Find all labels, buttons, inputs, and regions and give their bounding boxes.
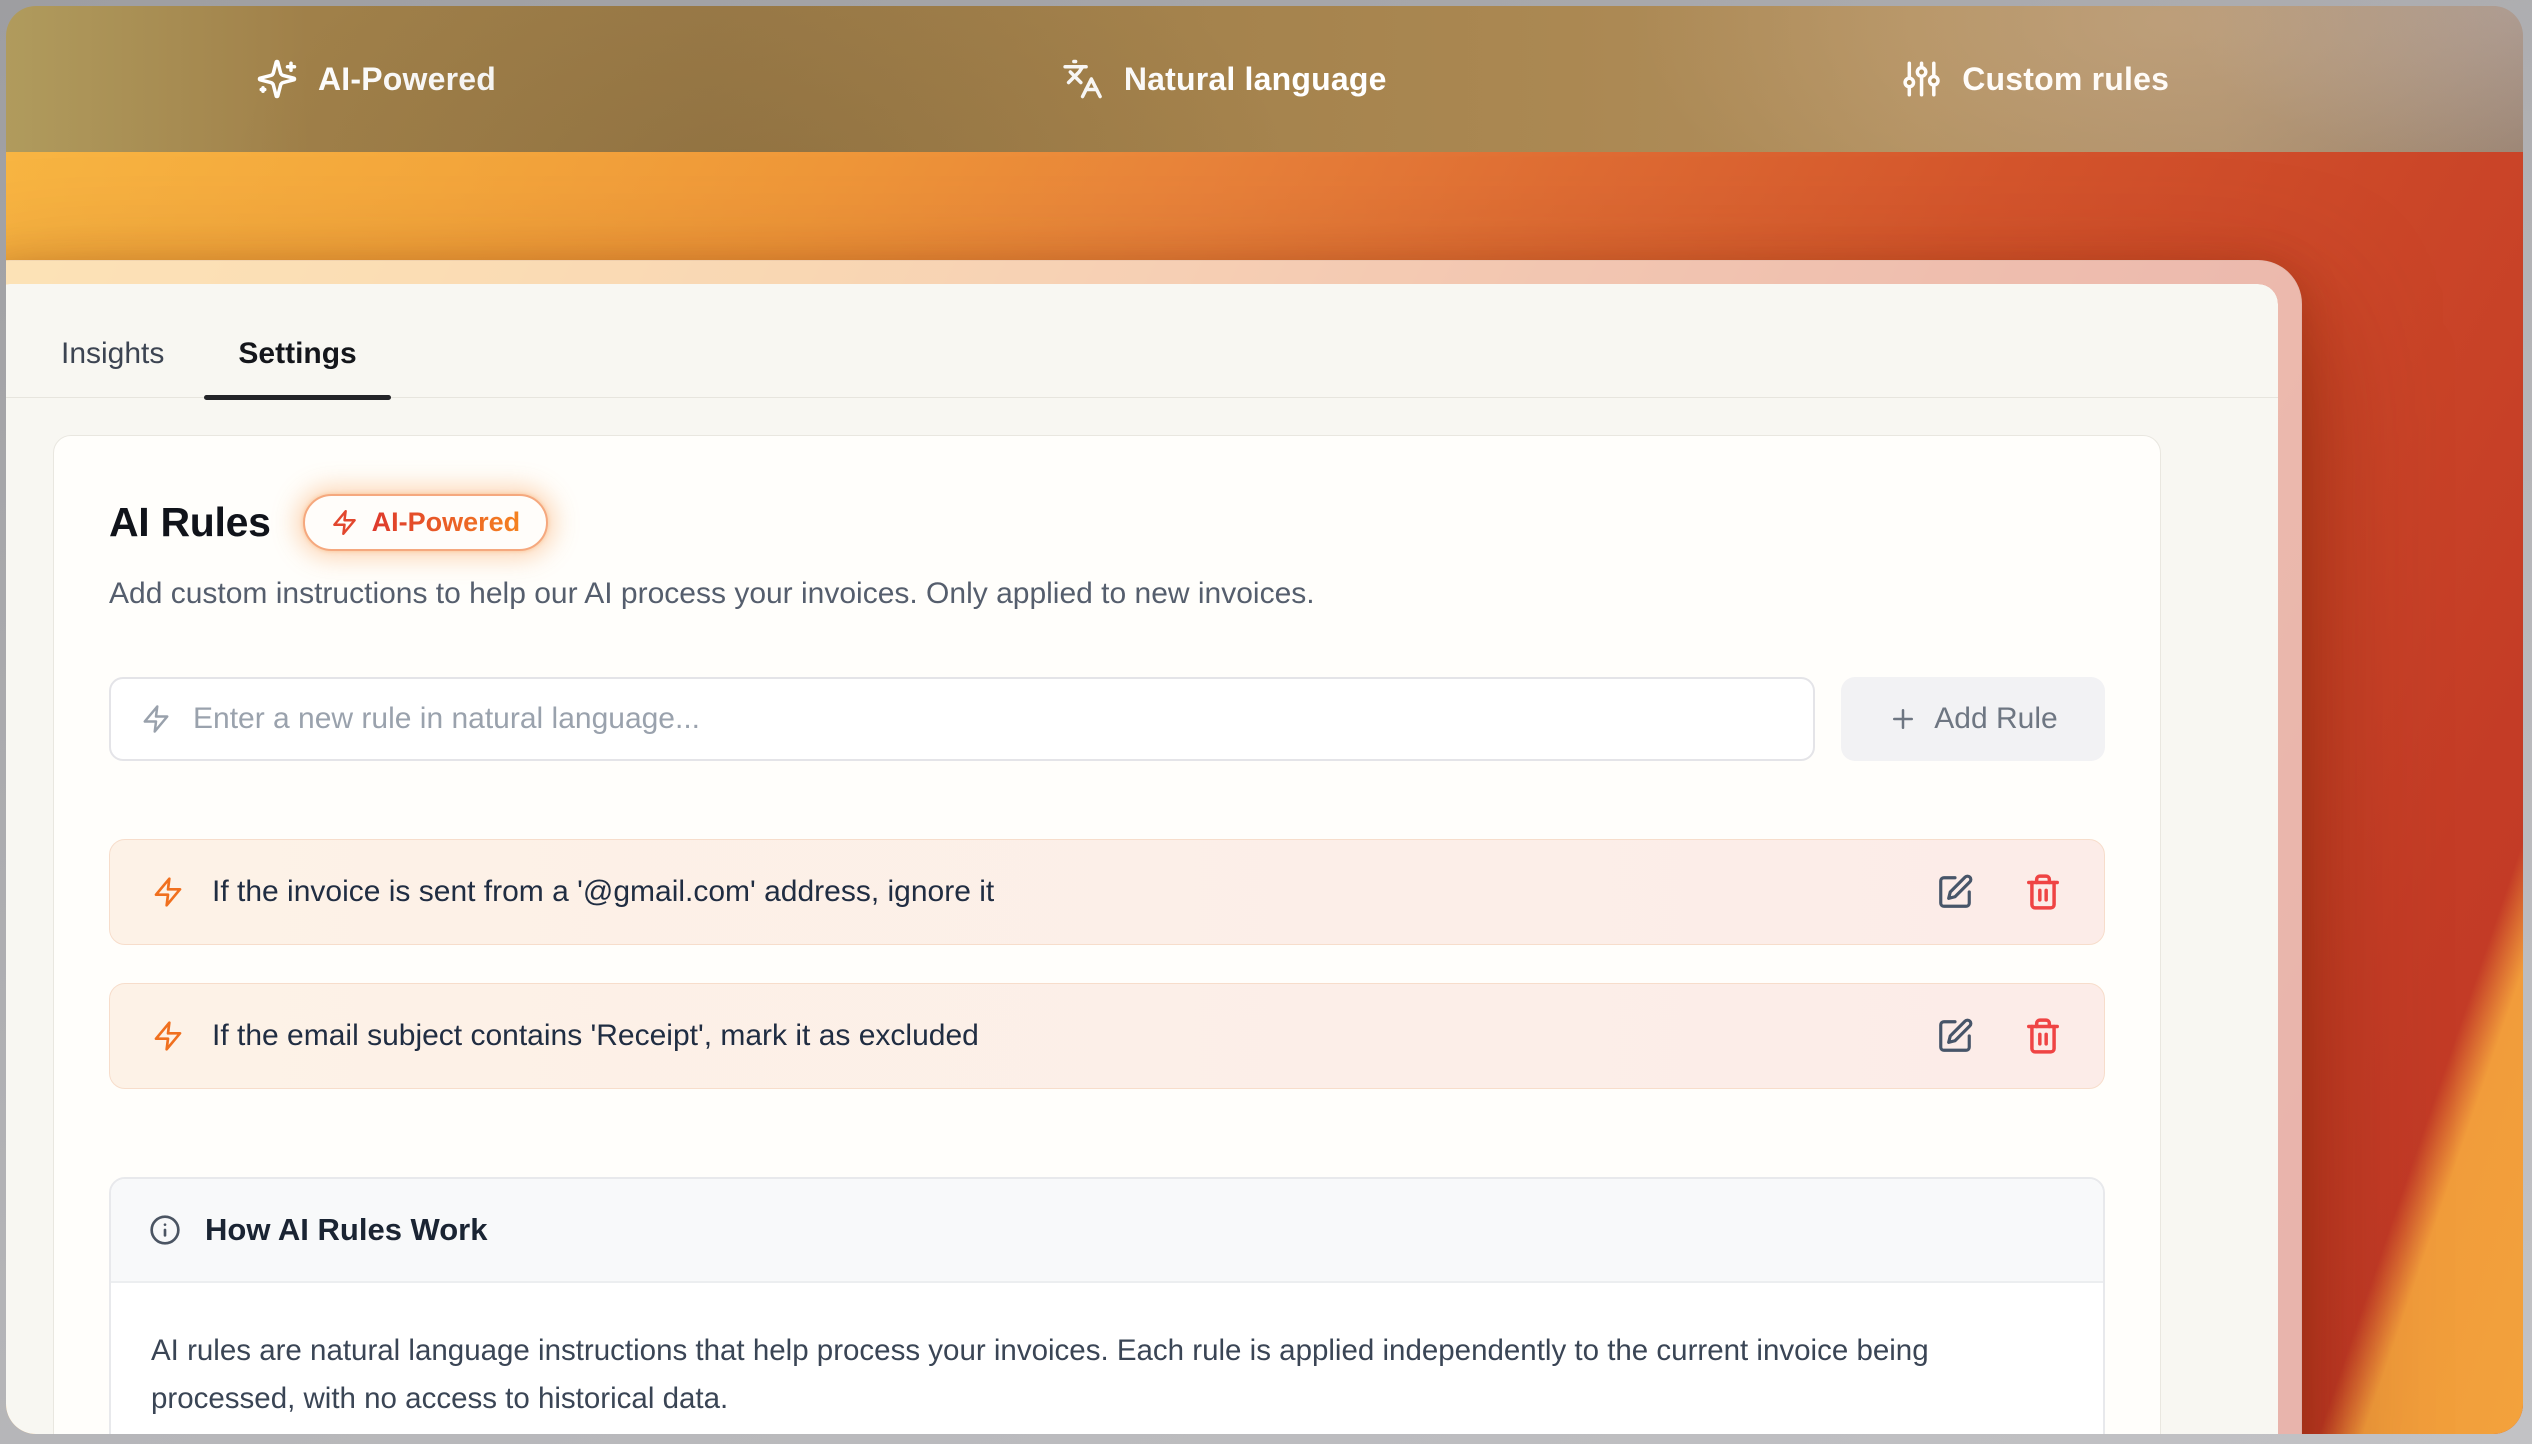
tab-bar: Insights Settings bbox=[6, 284, 2278, 398]
feature-label: AI-Powered bbox=[318, 61, 496, 98]
rule-row: If the invoice is sent from a '@gmail.co… bbox=[109, 839, 2105, 945]
how-it-works-box: How AI Rules Work AI rules are natural l… bbox=[109, 1177, 2105, 1434]
new-rule-input[interactable] bbox=[193, 702, 1783, 736]
rule-text: If the invoice is sent from a '@gmail.co… bbox=[212, 875, 994, 909]
feature-label: Natural language bbox=[1124, 61, 1387, 98]
languages-icon bbox=[1062, 58, 1104, 100]
add-rule-label: Add Rule bbox=[1934, 702, 2057, 736]
feature-label: Custom rules bbox=[1962, 61, 2169, 98]
ai-rules-card: AI Rules AI-Powered Add custom instructi… bbox=[53, 435, 2161, 1434]
zap-icon bbox=[141, 704, 171, 734]
rule-row: If the email subject contains 'Receipt',… bbox=[109, 983, 2105, 1089]
sliders-icon bbox=[1900, 58, 1942, 100]
feature-ai-powered: AI-Powered bbox=[256, 58, 496, 100]
sparkles-icon bbox=[256, 58, 298, 100]
feature-banner: AI-Powered Natural language Custom rules bbox=[6, 6, 2523, 152]
zap-icon bbox=[152, 1020, 184, 1052]
rules-list: If the invoice is sent from a '@gmail.co… bbox=[109, 839, 2105, 1089]
feature-natural-language: Natural language bbox=[1062, 58, 1387, 100]
tab-settings[interactable]: Settings bbox=[204, 337, 390, 397]
new-rule-row: Add Rule bbox=[109, 677, 2105, 761]
badge-label: AI-Powered bbox=[372, 507, 521, 538]
zap-icon bbox=[331, 509, 358, 536]
page-title: AI Rules bbox=[109, 499, 271, 546]
rule-actions bbox=[1936, 873, 2062, 911]
add-rule-button[interactable]: Add Rule bbox=[1841, 677, 2105, 761]
hero-frame: AI-Powered Natural language Custom rules… bbox=[6, 6, 2523, 1434]
rule-actions bbox=[1936, 1017, 2062, 1055]
how-it-works-header: How AI Rules Work bbox=[111, 1179, 2103, 1283]
info-icon bbox=[149, 1214, 181, 1246]
trash-icon bbox=[2024, 873, 2062, 911]
feature-custom-rules: Custom rules bbox=[1900, 58, 2169, 100]
card-header: AI Rules AI-Powered bbox=[109, 494, 2105, 551]
rule-text: If the email subject contains 'Receipt',… bbox=[212, 1019, 979, 1053]
plus-icon bbox=[1888, 704, 1918, 734]
card-description: Add custom instructions to help our AI p… bbox=[109, 577, 2105, 611]
tab-insights[interactable]: Insights bbox=[61, 337, 164, 397]
edit-rule-button[interactable] bbox=[1936, 873, 1974, 911]
trash-icon bbox=[2024, 1017, 2062, 1055]
edit-rule-button[interactable] bbox=[1936, 1017, 1974, 1055]
delete-rule-button[interactable] bbox=[2024, 873, 2062, 911]
app-window: Insights Settings AI Rules AI-Powered Ad… bbox=[6, 260, 2302, 1434]
delete-rule-button[interactable] bbox=[2024, 1017, 2062, 1055]
new-rule-field-wrap bbox=[109, 677, 1815, 761]
square-pen-icon bbox=[1936, 873, 1974, 911]
window-content: Insights Settings AI Rules AI-Powered Ad… bbox=[6, 284, 2278, 1434]
how-it-works-body: AI rules are natural language instructio… bbox=[111, 1283, 2103, 1434]
square-pen-icon bbox=[1936, 1017, 1974, 1055]
zap-icon bbox=[152, 876, 184, 908]
page-background: { "banner": { "items": [ { "icon": "spar… bbox=[0, 0, 2532, 1444]
ai-powered-badge: AI-Powered bbox=[303, 494, 549, 551]
how-it-works-title: How AI Rules Work bbox=[205, 1212, 487, 1248]
